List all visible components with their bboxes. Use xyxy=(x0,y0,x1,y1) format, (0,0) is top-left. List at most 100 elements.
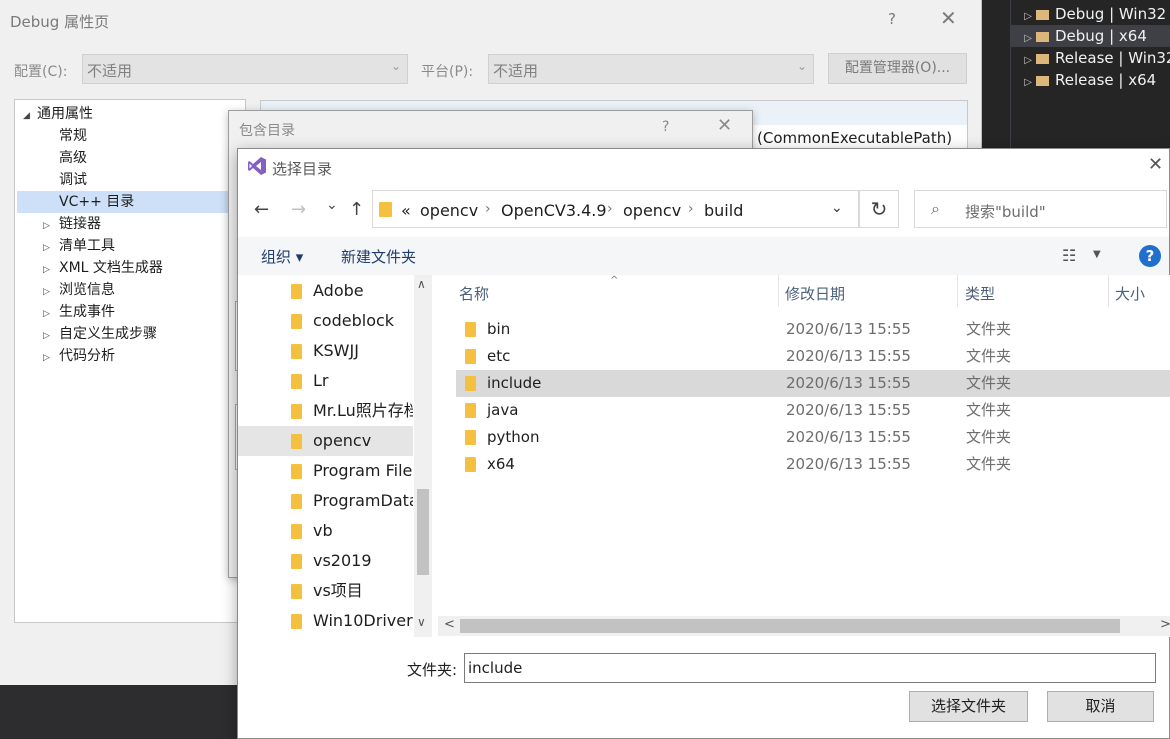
nav-item-vs-projects[interactable]: vs项目 xyxy=(238,576,413,606)
column-header-type[interactable]: 类型 xyxy=(965,283,995,304)
tree-item-code-analysis[interactable]: ▷ 代码分析 xyxy=(43,345,115,367)
nav-item-kswjj[interactable]: KSWJJ xyxy=(238,336,413,366)
nav-item-opencv[interactable]: opencv xyxy=(238,426,413,456)
select-folder-button[interactable]: 选择文件夹 xyxy=(909,691,1028,722)
scrollbar-thumb[interactable] xyxy=(417,489,429,575)
scrollbar-thumb[interactable] xyxy=(460,619,1120,633)
file-date: 2020/6/13 15:55 xyxy=(786,374,911,392)
platform-select[interactable]: 不适用 ⌄ xyxy=(488,54,814,84)
expand-arrow-icon[interactable]: ▷ xyxy=(43,325,57,347)
solution-item-debug-win32[interactable]: ▷ Debug | Win32 xyxy=(1010,3,1170,25)
solution-item-debug-x64[interactable]: ▷ Debug | x64 xyxy=(1010,25,1170,47)
file-row-etc[interactable]: etc 2020/6/13 15:55 文件夹 xyxy=(456,343,1170,370)
file-row-bin[interactable]: bin 2020/6/13 15:55 文件夹 xyxy=(456,316,1170,343)
help-icon[interactable]: ? xyxy=(888,10,896,28)
help-icon[interactable]: ? xyxy=(662,119,669,135)
solution-item-label: Debug | Win32 xyxy=(1055,5,1167,23)
breadcrumb-opencv[interactable]: opencv xyxy=(420,201,478,220)
platform-label: 平台(P): xyxy=(421,64,474,80)
horizontal-scrollbar[interactable]: < > xyxy=(438,616,1170,636)
chevron-down-icon[interactable]: ▼ xyxy=(1093,249,1101,260)
expand-arrow-icon[interactable]: ▷ xyxy=(43,281,57,303)
address-bar[interactable]: « opencv › OpenCV3.4.9 › opencv › build … xyxy=(372,190,859,228)
nav-item-adobe[interactable]: Adobe xyxy=(238,276,413,306)
close-icon[interactable]: ✕ xyxy=(717,115,732,136)
nav-item-mrlu-photos[interactable]: Mr.Lu照片存档 xyxy=(238,396,413,426)
file-row-python[interactable]: python 2020/6/13 15:55 文件夹 xyxy=(456,424,1170,451)
chevron-right-icon[interactable]: › xyxy=(607,201,613,217)
tree-item-custom-build[interactable]: ▷ 自定义生成步骤 xyxy=(43,323,157,345)
view-options-icon[interactable]: ☷ xyxy=(1062,246,1076,265)
nav-item-vs2019[interactable]: vs2019 xyxy=(238,546,413,576)
tree-item-debugging[interactable]: 调试 xyxy=(59,169,87,191)
collapse-arrow-icon[interactable]: ◢ xyxy=(23,105,37,127)
column-divider[interactable] xyxy=(957,275,958,307)
tree-item-xml-doc[interactable]: ▷ XML 文档生成器 xyxy=(43,257,163,279)
refresh-button[interactable]: ↻ xyxy=(859,190,899,228)
scroll-right-icon[interactable]: > xyxy=(1160,617,1170,632)
help-icon[interactable]: ? xyxy=(1139,245,1161,267)
nav-item-program-files[interactable]: Program Files xyxy=(238,456,413,486)
close-icon[interactable]: ✕ xyxy=(1148,154,1163,175)
expand-arrow-icon[interactable]: ▷ xyxy=(1010,50,1032,69)
solution-item-release-win32[interactable]: ▷ Release | Win32 xyxy=(1010,47,1170,69)
tree-item-vc-directories[interactable]: VC++ 目录 xyxy=(17,191,245,213)
column-header-name[interactable]: 名称 xyxy=(459,283,489,304)
expand-arrow-icon[interactable]: ▷ xyxy=(43,303,57,325)
organize-button[interactable]: 组织 ▾ xyxy=(261,246,303,267)
expand-arrow-icon[interactable]: ▷ xyxy=(43,215,57,237)
nav-item-programdata[interactable]: ProgramData xyxy=(238,486,413,516)
tree-item-build-events[interactable]: ▷ 生成事件 xyxy=(43,301,115,323)
folder-name-input[interactable] xyxy=(464,653,1156,683)
file-row-x64[interactable]: x64 2020/6/13 15:55 文件夹 xyxy=(456,451,1170,478)
breadcrumb-overflow[interactable]: « xyxy=(401,201,411,220)
search-box[interactable]: ⌕ 搜索"build" xyxy=(914,190,1167,228)
tree-item-linker[interactable]: ▷ 链接器 xyxy=(43,213,101,235)
property-value[interactable]: (CommonExecutablePath) xyxy=(757,129,952,147)
expand-arrow-icon[interactable]: ▷ xyxy=(1010,6,1032,25)
scroll-down-icon[interactable]: ∨ xyxy=(417,615,426,629)
tree-item-general[interactable]: 常规 xyxy=(59,125,87,147)
config-manager-button[interactable]: 配置管理器(O)... xyxy=(828,53,967,84)
close-icon[interactable]: ✕ xyxy=(940,6,957,30)
scroll-left-icon[interactable]: < xyxy=(444,617,455,632)
expand-arrow-icon[interactable]: ▷ xyxy=(43,259,57,281)
expand-arrow-icon[interactable]: ▷ xyxy=(1010,28,1032,47)
breadcrumb-build[interactable]: build xyxy=(704,201,743,220)
file-row-java[interactable]: java 2020/6/13 15:55 文件夹 xyxy=(456,397,1170,424)
breadcrumb-opencv349[interactable]: OpenCV3.4.9 xyxy=(501,201,607,220)
config-select[interactable]: 不适用 ⌄ xyxy=(82,54,408,84)
solution-item-release-x64[interactable]: ▷ Release | x64 xyxy=(1010,69,1170,91)
file-row-include[interactable]: include 2020/6/13 15:55 文件夹 xyxy=(456,370,1170,397)
scroll-up-icon[interactable]: ∧ xyxy=(417,277,426,291)
tree-item-browse-info[interactable]: ▷ 浏览信息 xyxy=(43,279,115,301)
column-divider[interactable] xyxy=(778,275,779,307)
expand-arrow-icon[interactable]: ▷ xyxy=(43,347,57,369)
nav-item-win10driver[interactable]: Win10Driver xyxy=(238,606,413,636)
solution-explorer-panel: ▷ Debug | Win32 ▷ Debug | x64 ▷ Release | W… xyxy=(980,0,1170,150)
chevron-down-icon[interactable]: ⌄ xyxy=(831,200,843,216)
tree-item-common-properties[interactable]: ◢ 通用属性 xyxy=(23,103,93,125)
nav-item-lr[interactable]: Lr xyxy=(238,366,413,396)
cancel-button[interactable]: 取消 xyxy=(1047,691,1154,722)
breadcrumb-opencv-sub[interactable]: opencv xyxy=(623,201,681,220)
tree-item-advanced[interactable]: 高级 xyxy=(59,147,87,169)
nav-item-vb[interactable]: vb xyxy=(238,516,413,546)
nav-item-codeblock[interactable]: codeblock xyxy=(238,306,413,336)
recent-locations-icon[interactable]: ⌄ xyxy=(326,197,338,213)
forward-arrow-icon[interactable]: → xyxy=(291,199,306,220)
up-arrow-icon[interactable]: ↑ xyxy=(349,199,364,220)
column-divider[interactable] xyxy=(1108,275,1109,307)
new-folder-button[interactable]: 新建文件夹 xyxy=(341,246,416,267)
folder-icon xyxy=(291,434,302,449)
tree-item-manifest-tool[interactable]: ▷ 清单工具 xyxy=(43,235,115,257)
back-arrow-icon[interactable]: ← xyxy=(254,199,269,220)
column-header-date[interactable]: 修改日期 xyxy=(785,283,845,304)
expand-arrow-icon[interactable]: ▷ xyxy=(43,237,57,259)
search-input[interactable]: 搜索"build" xyxy=(965,201,1046,222)
column-header-size[interactable]: 大小 xyxy=(1115,283,1145,304)
chevron-right-icon[interactable]: › xyxy=(485,201,491,217)
chevron-right-icon[interactable]: › xyxy=(688,201,694,217)
nav-scrollbar[interactable]: ∧ ∨ xyxy=(414,275,432,637)
expand-arrow-icon[interactable]: ▷ xyxy=(1010,72,1032,91)
